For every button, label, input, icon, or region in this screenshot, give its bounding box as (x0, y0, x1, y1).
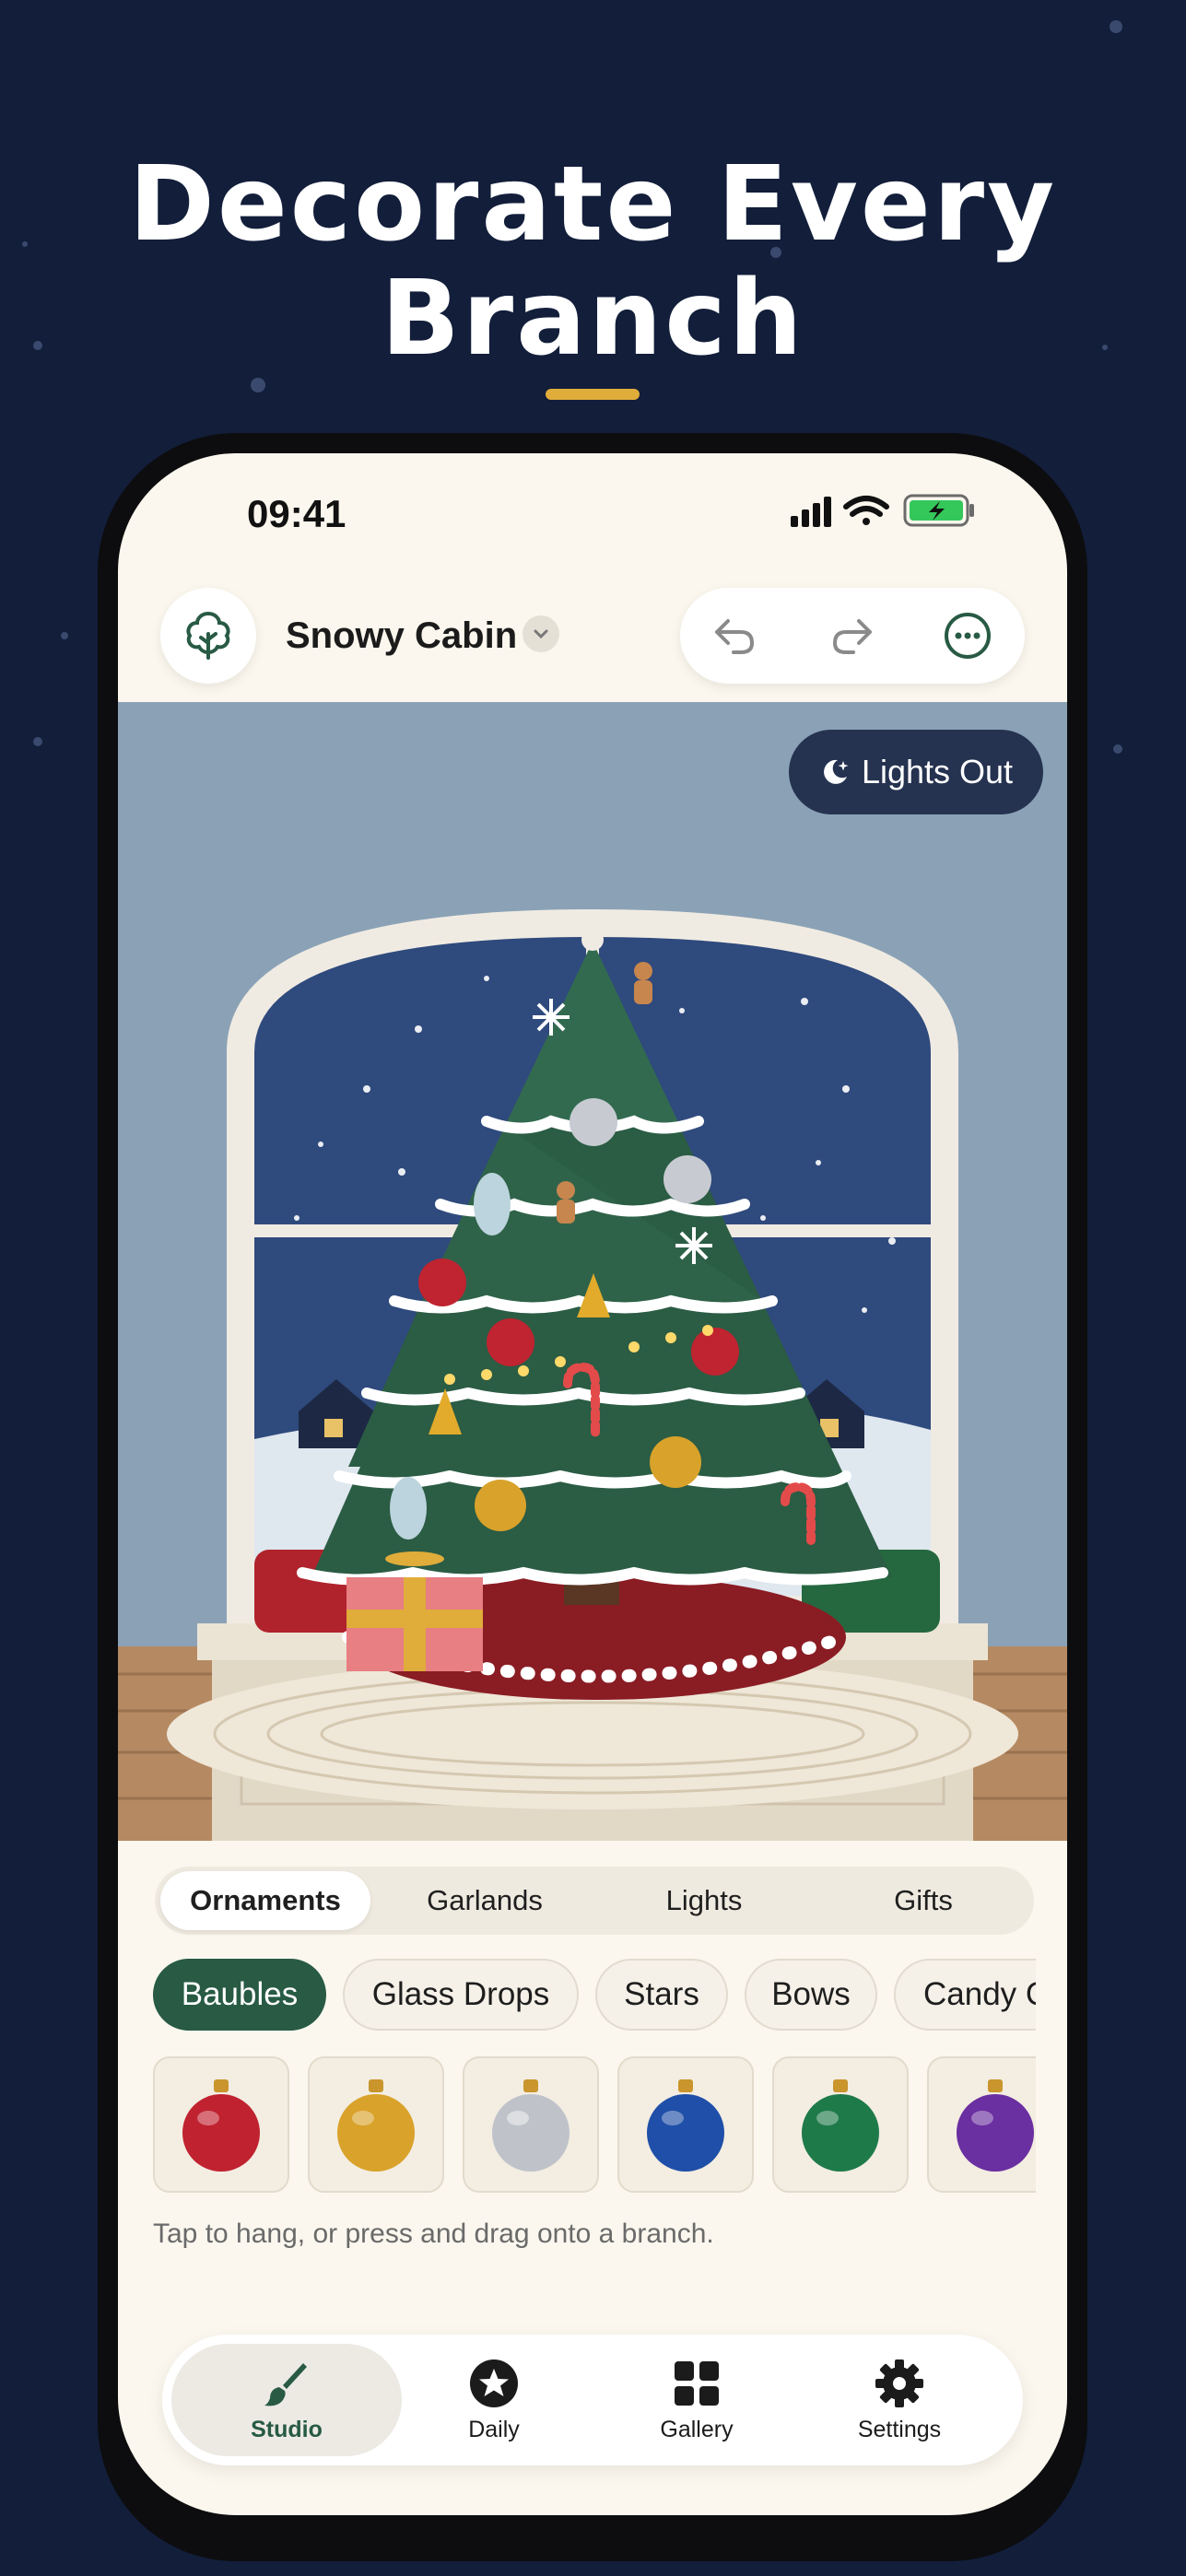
swatch-red-bauble[interactable] (153, 2056, 289, 2193)
placement-hint: Tap to hang, or press and drag onto a br… (153, 2219, 714, 2249)
cellular-signal-icon (791, 497, 831, 527)
segment-lights[interactable]: Lights (599, 1871, 809, 1930)
app-screen: 09:41 Snowy Cabin Lights Out Ornaments G… (118, 453, 1067, 2515)
tab-gallery-label: Gallery (660, 2416, 734, 2442)
tab-daily[interactable]: Daily (411, 2344, 577, 2456)
segment-garlands[interactable]: Garlands (380, 1871, 590, 1930)
tab-settings-label: Settings (857, 2416, 942, 2442)
blue-bauble-icon (647, 2079, 724, 2172)
grid-icon (675, 2360, 719, 2406)
project-title[interactable]: Snowy Cabin (286, 615, 517, 657)
headline: Decorate Every Branch (0, 147, 1186, 376)
headline-line-1: Decorate Every (128, 145, 1058, 264)
lights-out-button[interactable]: Lights Out (789, 730, 1043, 814)
tab-studio[interactable]: Studio (171, 2344, 402, 2456)
swatch-green-bauble[interactable] (772, 2056, 909, 2193)
edit-actions (680, 588, 1025, 684)
tab-gallery[interactable]: Gallery (614, 2344, 780, 2456)
swatch-silver-bauble[interactable] (463, 2056, 599, 2193)
purple-bauble-icon (957, 2079, 1034, 2172)
segment-ornaments[interactable]: Ornaments (160, 1871, 370, 1930)
tab-settings[interactable]: Settings (816, 2344, 982, 2456)
bauble-swatches (153, 2056, 1036, 2196)
swatch-blue-bauble[interactable] (617, 2056, 754, 2193)
bottom-tab-bar: Studio Daily Gallery Settings (162, 2335, 1023, 2465)
chip-glass-drops[interactable]: Glass Drops (343, 1959, 579, 2031)
star-icon (470, 2359, 518, 2407)
tree-icon (186, 611, 230, 660)
more-options-icon[interactable] (940, 608, 995, 663)
silver-bauble-icon (492, 2079, 570, 2172)
chip-stars[interactable]: Stars (595, 1959, 728, 2031)
tree-logo-button[interactable] (160, 588, 256, 684)
chip-baubles[interactable]: Baubles (153, 1959, 326, 2031)
segment-gifts[interactable]: Gifts (818, 1871, 1028, 1930)
gear-icon (875, 2359, 923, 2407)
tab-studio-label: Studio (251, 2416, 323, 2442)
status-icons (791, 494, 974, 527)
undo-icon[interactable] (706, 608, 761, 663)
redo-icon[interactable] (826, 608, 881, 663)
wifi-icon (843, 496, 889, 525)
chip-bows[interactable]: Bows (745, 1959, 877, 2031)
moon-icon (824, 759, 849, 784)
battery-charging-icon (903, 494, 974, 527)
red-bauble-icon (182, 2079, 260, 2172)
tab-daily-label: Daily (468, 2416, 520, 2442)
lights-out-label: Lights Out (861, 753, 1014, 790)
chevron-down-icon[interactable] (523, 615, 559, 652)
headline-accent-bar (546, 389, 640, 400)
brush-icon (264, 2362, 307, 2406)
category-segmented-control: Ornaments Garlands Lights Gifts (155, 1867, 1034, 1935)
swatch-purple-bauble[interactable] (927, 2056, 1036, 2193)
headline-line-2: Branch (381, 259, 805, 379)
ornament-type-chips: Baubles Glass Drops Stars Bows Candy Can… (153, 1959, 1036, 2034)
tree-scene[interactable] (118, 702, 1067, 1841)
green-bauble-icon (802, 2079, 879, 2172)
swatch-gold-bauble[interactable] (308, 2056, 444, 2193)
gold-bauble-icon (337, 2079, 415, 2172)
chip-candy-canes[interactable]: Candy Canes (894, 1959, 1036, 2031)
status-time: 09:41 (247, 492, 346, 535)
